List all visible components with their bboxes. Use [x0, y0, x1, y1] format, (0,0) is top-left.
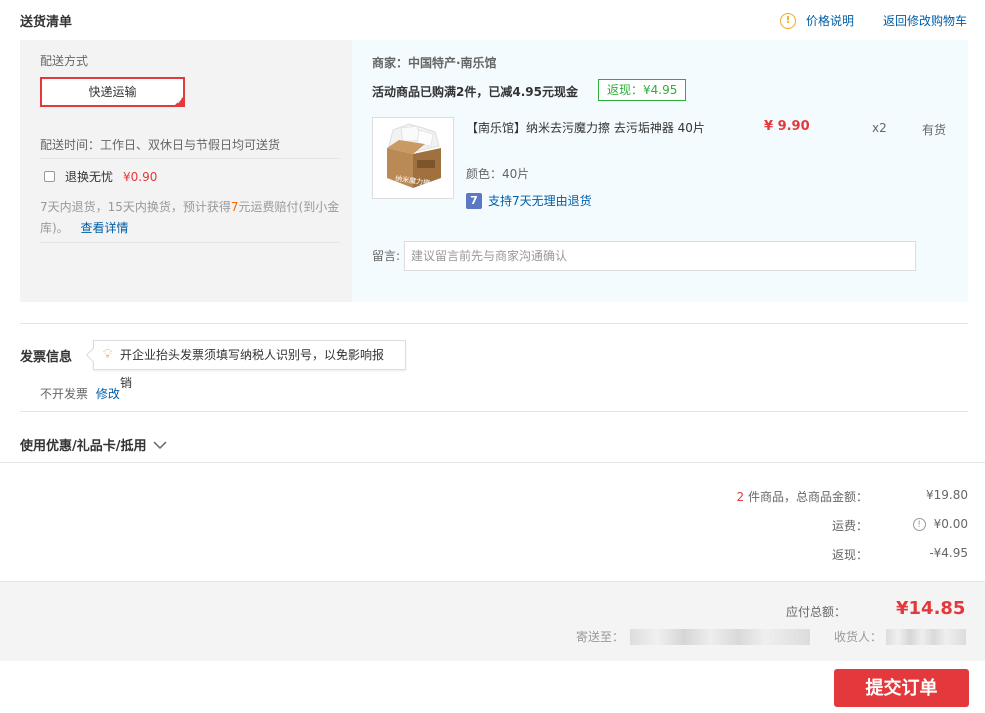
- insurance-description: 7天内退货，15天内换货，预计获得7元运费赔付(到小金 库)。 查看详情: [40, 197, 340, 239]
- remark-label: 留言:: [372, 249, 401, 263]
- total-label: 应付总额：: [786, 605, 847, 619]
- freight-value: ¥0.00: [933, 517, 968, 531]
- return-policy-link[interactable]: 支持7天无理由退货: [488, 192, 592, 209]
- shipping-box: 配送方式 快递运输 ✓ 配送时间：工作日、双休日与节假日均可送货 退换无忧 ¥0…: [20, 40, 968, 302]
- receiver-label: 收货人：: [834, 630, 883, 644]
- shipping-method-label: 配送方式: [40, 54, 89, 68]
- product-name-link[interactable]: 【南乐馆】纳米去污魔力擦 去污垢神器 40片: [466, 119, 705, 136]
- insurance-price: ¥0.90: [123, 169, 158, 184]
- remark-input[interactable]: 建议留言前先与商家沟通确认: [404, 241, 916, 271]
- info-icon: !: [780, 12, 796, 29]
- total-bar: 应付总额： ¥14.85 寄送至： 收货人：: [0, 581, 985, 661]
- goods-count-text: 件商品，总商品金额：: [744, 490, 868, 504]
- product-image[interactable]: 纳米魔力擦: [372, 117, 454, 199]
- section-title-shipping-list: 送货清单: [20, 15, 73, 30]
- freight-value-wrap: ! ¥0.00: [868, 517, 968, 546]
- stock-status: 有货: [922, 123, 947, 137]
- shipping-method-express-button[interactable]: 快递运输 ✓: [40, 77, 185, 107]
- insurance-desc-text-2: 元运费赔付(到小金: [238, 200, 340, 214]
- ship-to-label: 寄送至：: [576, 630, 625, 644]
- divider: [40, 158, 340, 159]
- submit-order-button[interactable]: 提交订单: [834, 669, 969, 707]
- summary-freight-row: 运费： ! ¥0.00: [0, 517, 968, 546]
- promo-text: 活动商品已购满2件，已减4.95元现金: [372, 85, 578, 99]
- summary-cashback-row: 返现： -¥4.95: [0, 546, 968, 575]
- top-links: ! 价格说明: [780, 12, 854, 29]
- back-to-cart-link[interactable]: 返回修改购物车: [883, 12, 967, 29]
- receiver-name-blurred: [886, 629, 966, 645]
- merchant-name: 商家：中国特产·南乐馆: [372, 56, 497, 70]
- divider: [40, 242, 340, 243]
- coupon-toggle[interactable]: 使用优惠/礼品卡/抵用: [20, 435, 167, 454]
- insurance-row: 退换无忧 ¥0.90: [44, 168, 157, 185]
- cashback-value: -¥4.95: [929, 546, 968, 560]
- coupon-title: 使用优惠/礼品卡/抵用: [20, 439, 147, 454]
- tip-arrow: [85, 347, 101, 363]
- invoice-value-row: 不开发票 修改: [40, 385, 120, 402]
- shipping-method-value: 快递运输: [88, 85, 137, 99]
- divider: [20, 411, 968, 412]
- invoice-tip: 💡︎ 开企业抬头发票须填写纳税人识别号，以免影响报销: [85, 340, 406, 390]
- product-price: ¥ 9.90: [764, 119, 810, 134]
- cashback-label: 返现：: [831, 548, 868, 562]
- insurance-detail-link[interactable]: 查看详情: [81, 221, 129, 235]
- insurance-label: 退换无忧: [65, 170, 114, 184]
- check-icon: ✓: [176, 97, 183, 106]
- insurance-desc-text-3: 库)。: [40, 221, 69, 235]
- chevron-down-icon: [152, 440, 167, 449]
- invoice-edit-link[interactable]: 修改: [96, 387, 120, 401]
- invoice-tip-text: 开企业抬头发票须填写纳税人识别号，以免影响报销: [120, 348, 385, 390]
- lightbulb-icon: 💡︎: [103, 347, 113, 362]
- delivery-time: 配送时间：工作日、双休日与节假日均可送货: [40, 138, 281, 152]
- insurance-desc-number: 7: [230, 200, 239, 214]
- price-note-link[interactable]: 价格说明: [806, 12, 854, 29]
- product-color: 颜色：40片: [466, 167, 530, 181]
- return-policy: 7 支持7天无理由退货: [466, 192, 592, 209]
- divider: [0, 462, 985, 463]
- order-items-panel: 商家：中国特产·南乐馆 活动商品已购满2件，已减4.95元现金 返现：¥4.95…: [352, 40, 968, 302]
- section-title-invoice: 发票信息: [20, 350, 73, 365]
- insurance-checkbox[interactable]: [44, 171, 55, 182]
- ship-to-address-blurred: [630, 629, 810, 645]
- shipping-method-panel: 配送方式 快递运输 ✓ 配送时间：工作日、双休日与节假日均可送货 退换无忧 ¥0…: [20, 40, 352, 302]
- goods-total: ¥19.80: [926, 488, 968, 502]
- invoice-value: 不开发票: [40, 387, 89, 401]
- goods-count-label: 2 件商品，总商品金额：: [737, 488, 868, 517]
- promo-tag: 返现：¥4.95: [598, 79, 687, 101]
- seven-day-return-icon: 7: [466, 192, 482, 209]
- divider: [20, 323, 968, 324]
- insurance-desc-text: 7天内退货，15天内换货，预计获得: [40, 200, 231, 214]
- freight-info-icon[interactable]: !: [912, 518, 926, 531]
- total-amount: ¥14.85: [896, 598, 966, 619]
- order-summary: 2 件商品，总商品金额： ¥19.80 运费： ! ¥0.00 返现： -¥4.…: [0, 488, 968, 575]
- summary-goods-row: 2 件商品，总商品金额： ¥19.80: [0, 488, 968, 517]
- product-quantity: x2: [872, 121, 887, 135]
- freight-label: 运费：: [831, 519, 868, 533]
